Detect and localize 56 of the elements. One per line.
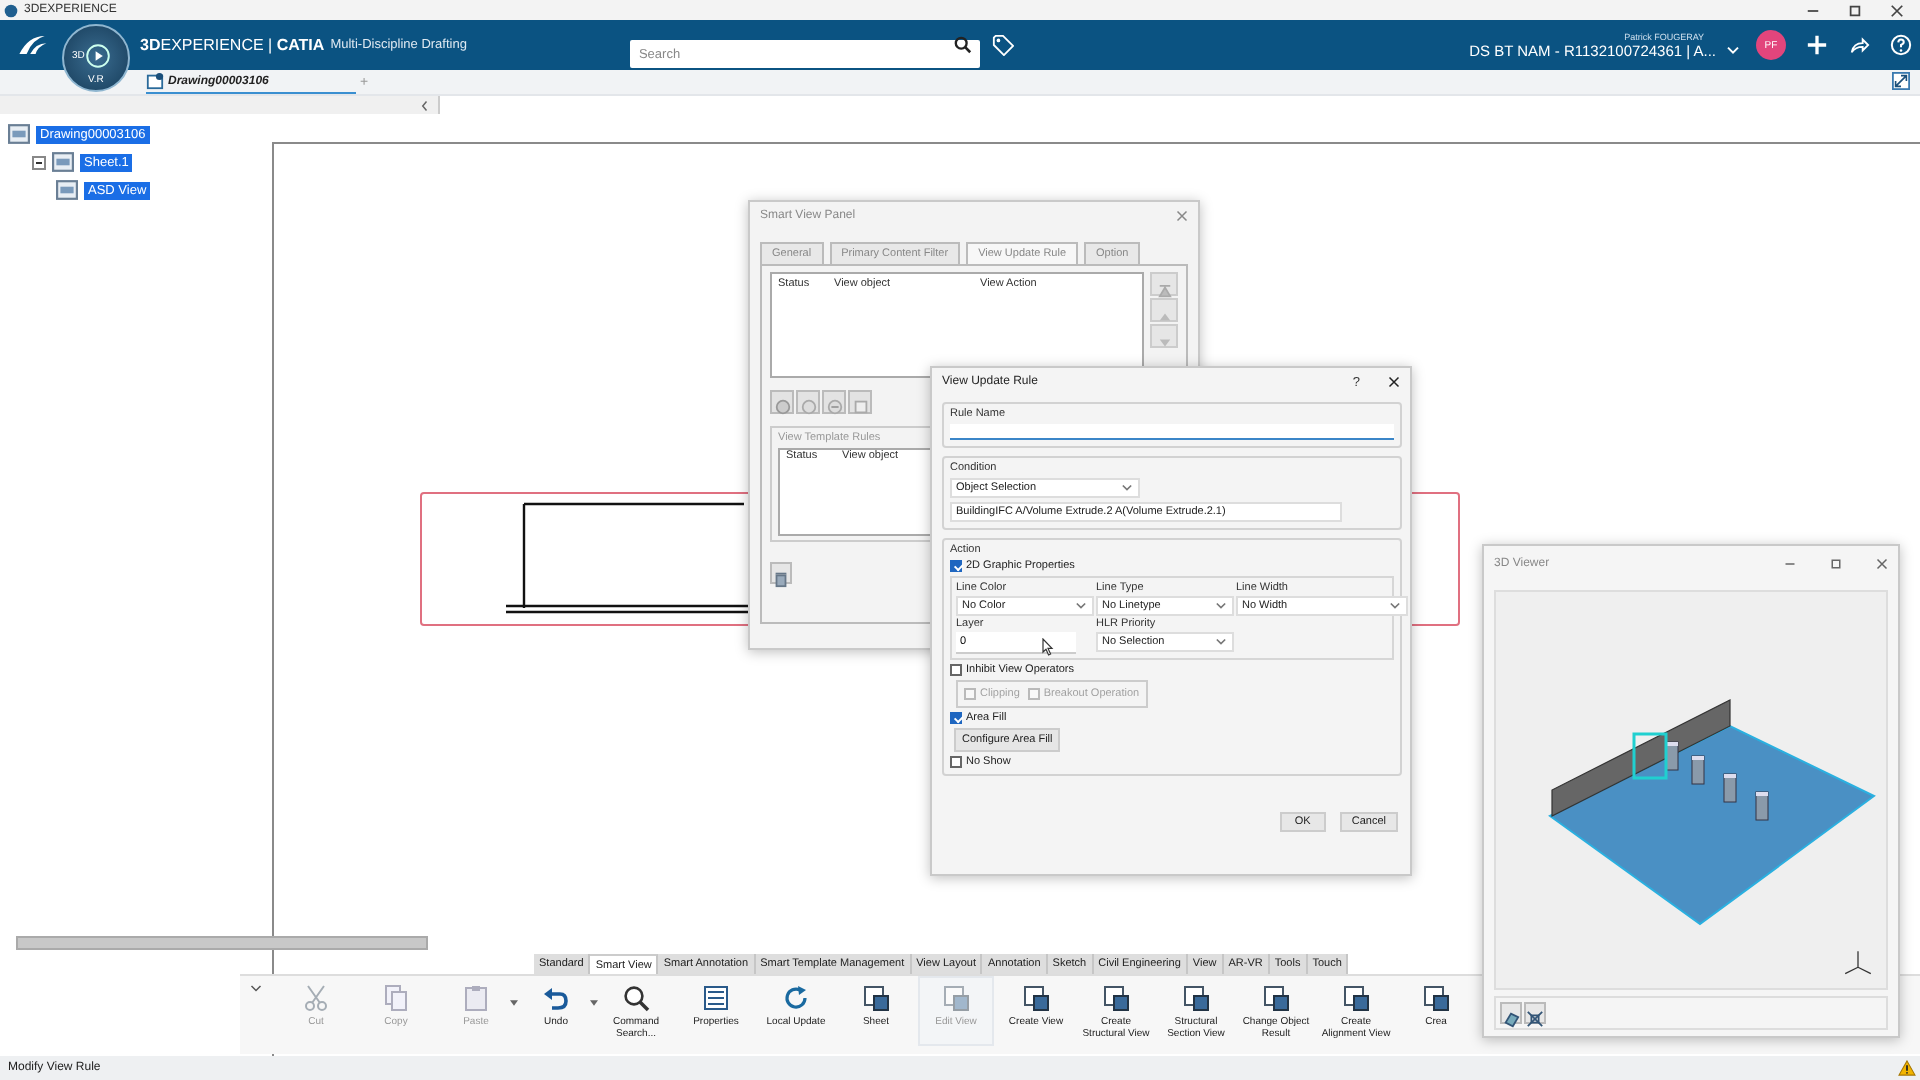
- warning-icon[interactable]: [1898, 1060, 1916, 1076]
- maximize-icon[interactable]: [1830, 558, 1842, 570]
- fit-all-icon[interactable]: [1526, 1010, 1544, 1028]
- fit-button[interactable]: [1524, 1002, 1546, 1024]
- cube-icon[interactable]: [1502, 1010, 1520, 1028]
- document-icon: [52, 152, 74, 172]
- chevron-icon[interactable]: [250, 984, 262, 994]
- tag-icon[interactable]: [992, 34, 1015, 56]
- frame-icon[interactable]: [1422, 984, 1450, 1012]
- frame-icon[interactable]: [1262, 984, 1290, 1012]
- list-icon[interactable]: [702, 984, 730, 1012]
- plus-icon[interactable]: [1806, 34, 1828, 56]
- chevron-icon[interactable]: [1216, 638, 1226, 646]
- checkbox[interactable]: [950, 756, 962, 768]
- maximize-icon[interactable]: [1848, 3, 1862, 17]
- horizontal-scrollbar[interactable]: [16, 936, 428, 950]
- document-icon: [56, 180, 78, 200]
- search-icon[interactable]: [954, 36, 973, 54]
- chevron-icon[interactable]: [1122, 484, 1132, 492]
- chevron-icon[interactable]: [1216, 602, 1226, 610]
- frame-icon[interactable]: [1342, 984, 1370, 1012]
- checkbox[interactable]: [950, 664, 962, 676]
- drawing-icon: [146, 72, 164, 90]
- rule-name-field[interactable]: [950, 424, 1394, 440]
- expand-toggle[interactable]: [32, 155, 46, 169]
- view-button[interactable]: [1500, 1002, 1522, 1024]
- checkbox[interactable]: [950, 712, 962, 724]
- app-logo-icon: [4, 3, 18, 17]
- document-icon: [8, 124, 30, 144]
- chevron-icon[interactable]: [1390, 602, 1400, 610]
- app-brand: 3DEXPERIENCE | CATIA: [140, 36, 325, 54]
- frame-icon[interactable]: [1022, 984, 1050, 1012]
- share-icon[interactable]: [1848, 34, 1870, 56]
- circle-icon[interactable]: [773, 398, 791, 416]
- 3d-viewport[interactable]: [1494, 590, 1888, 990]
- close-icon[interactable]: [1890, 3, 1904, 17]
- search-icon[interactable]: [622, 984, 650, 1012]
- mouse-cursor-icon: [1042, 638, 1054, 656]
- axis-triad-icon: [1842, 948, 1874, 980]
- undo-icon[interactable]: [542, 984, 570, 1012]
- minimize-icon[interactable]: [1784, 558, 1796, 570]
- refresh-icon[interactable]: [782, 984, 810, 1012]
- ds-logo-icon[interactable]: [14, 32, 50, 58]
- frame-icon[interactable]: [1102, 984, 1130, 1012]
- frame-icon[interactable]: [862, 984, 890, 1012]
- caret-icon[interactable]: [590, 1000, 598, 1006]
- chevron-icon[interactable]: [1076, 602, 1086, 610]
- checkbox[interactable]: [950, 560, 962, 572]
- collapse-icon[interactable]: [1892, 72, 1910, 90]
- delete-button[interactable]: [770, 562, 792, 584]
- play-icon[interactable]: [86, 44, 110, 68]
- close-icon[interactable]: [1388, 376, 1400, 388]
- collapse-icon[interactable]: [420, 99, 430, 111]
- trash-icon[interactable]: [772, 570, 790, 588]
- frame-icon[interactable]: [1182, 984, 1210, 1012]
- help-icon[interactable]: [1890, 34, 1912, 56]
